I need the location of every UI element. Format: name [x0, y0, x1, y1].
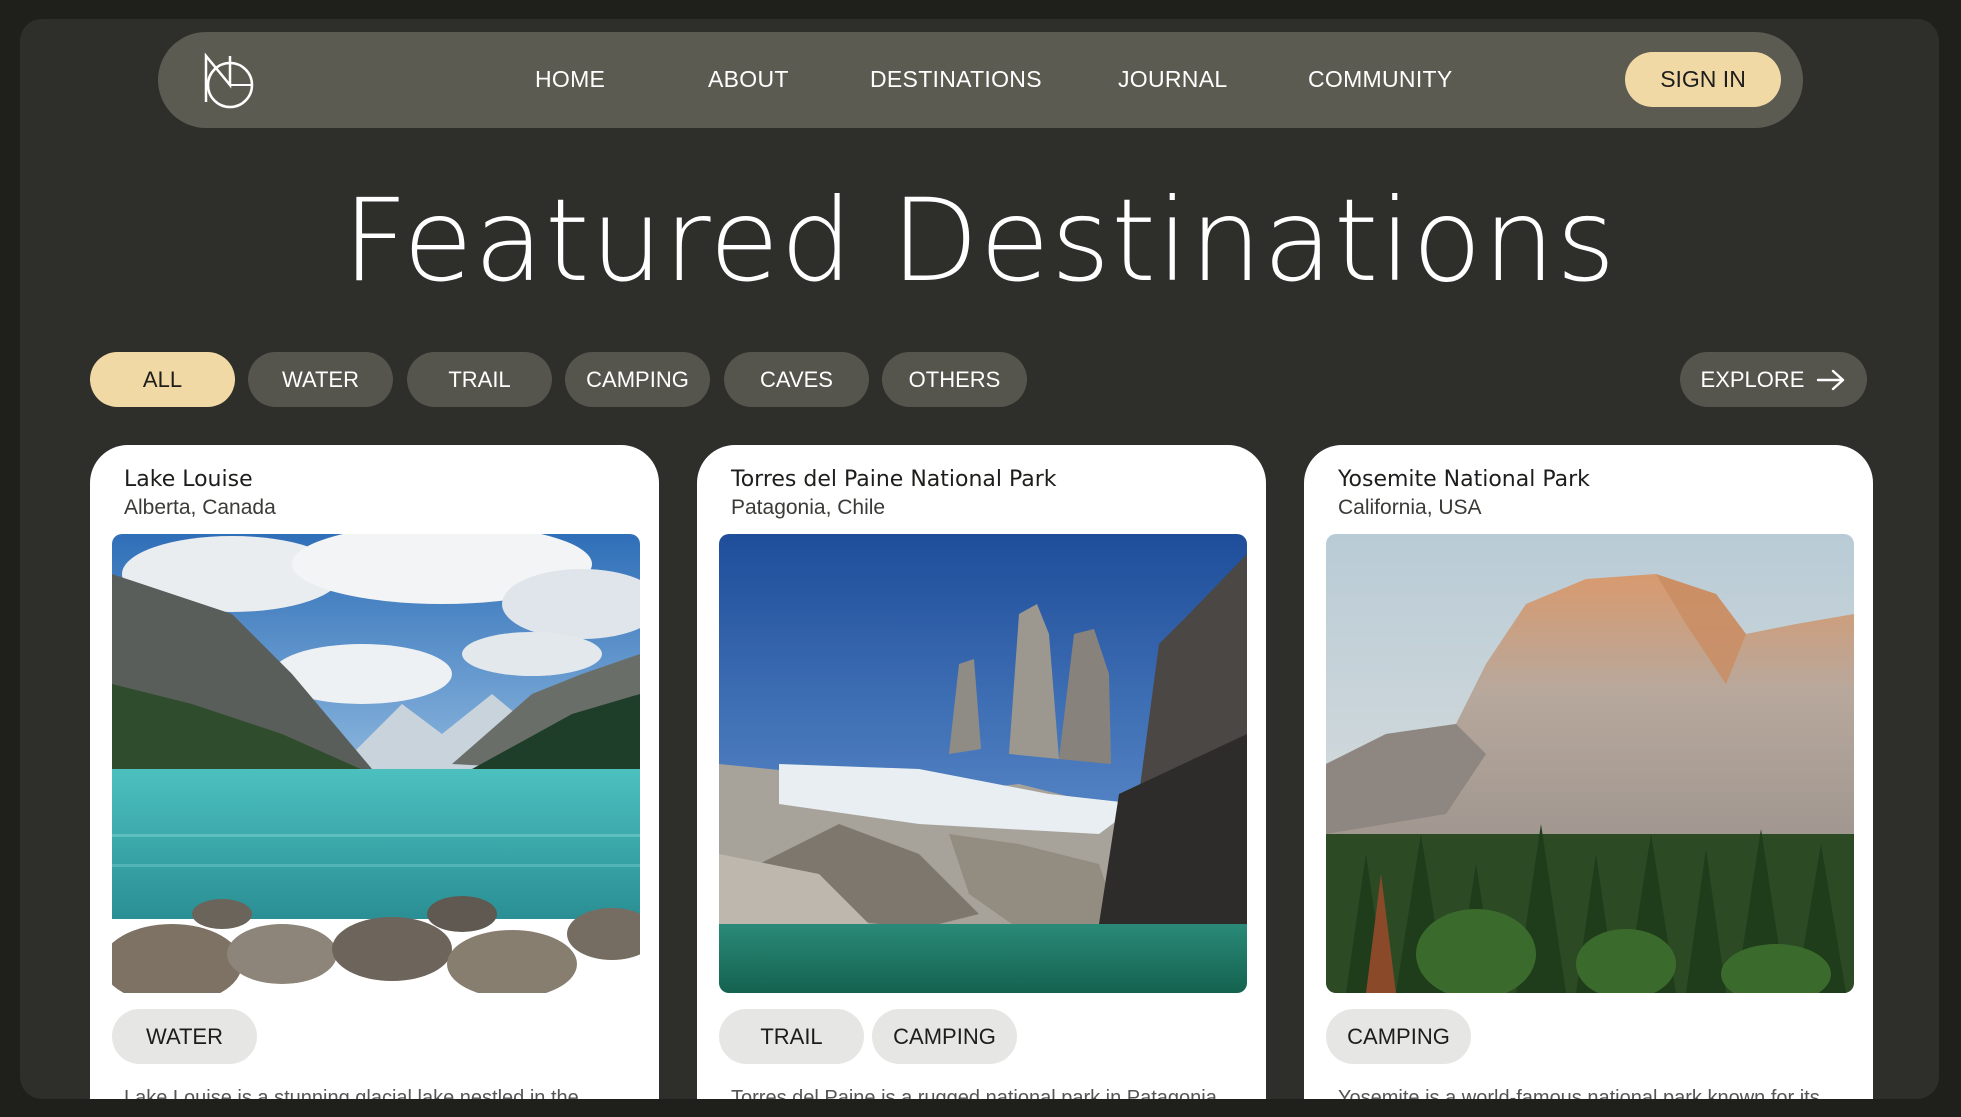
card-description: Torres del Paine is a rugged national pa…	[731, 1087, 1217, 1099]
top-navbar: HOME ABOUT DESTINATIONS JOURNAL COMMUNIT…	[158, 32, 1803, 128]
half-dome-image[interactable]	[1326, 534, 1854, 993]
granite-towers-image[interactable]	[719, 534, 1247, 993]
card-description: Lake Louise is a stunning glacial lake n…	[124, 1087, 579, 1099]
page-title: Featured Destinations	[342, 174, 1617, 307]
filter-caves-button[interactable]: CAVES	[724, 352, 869, 407]
nav-links: HOME ABOUT DESTINATIONS JOURNAL COMMUNIT…	[158, 32, 1803, 128]
card-description: Yosemite is a world-famous national park…	[1338, 1087, 1820, 1099]
card-title: Torres del Paine National Park	[731, 467, 1057, 492]
explore-button[interactable]: EXPLORE	[1680, 352, 1867, 407]
card-location: Patagonia, Chile	[731, 496, 886, 519]
tag-camping[interactable]: CAMPING	[1326, 1009, 1471, 1064]
lake-mountain-image[interactable]	[112, 534, 640, 993]
nav-about-link[interactable]: ABOUT	[708, 66, 789, 93]
page-frame: HOME ABOUT DESTINATIONS JOURNAL COMMUNIT…	[20, 19, 1939, 1099]
nav-journal-link[interactable]: JOURNAL	[1118, 66, 1227, 93]
tag-water[interactable]: WATER	[112, 1009, 257, 1064]
card-location: Alberta, Canada	[124, 496, 276, 519]
filter-others-button[interactable]: OTHERS	[882, 352, 1027, 407]
sign-in-button[interactable]: SIGN IN	[1625, 52, 1781, 107]
filter-camping-button[interactable]: CAMPING	[565, 352, 710, 407]
destination-card-lake-louise[interactable]: Lake Louise Alberta, Canada WATER Lake L…	[90, 445, 659, 1099]
tag-trail[interactable]: TRAIL	[719, 1009, 864, 1064]
nav-destinations-link[interactable]: DESTINATIONS	[870, 66, 1042, 93]
destination-card-yosemite[interactable]: Yosemite National Park California, USA C…	[1304, 445, 1873, 1099]
arrow-right-icon	[1817, 369, 1845, 390]
nav-community-link[interactable]: COMMUNITY	[1308, 66, 1453, 93]
filter-trail-button[interactable]: TRAIL	[407, 352, 552, 407]
card-location: California, USA	[1338, 496, 1482, 519]
card-title: Yosemite National Park	[1338, 467, 1590, 492]
explore-label: EXPLORE	[1700, 366, 1805, 392]
filter-water-button[interactable]: WATER	[248, 352, 393, 407]
card-title: Lake Louise	[124, 467, 253, 492]
destination-card-torres-del-paine[interactable]: Torres del Paine National Park Patagonia…	[697, 445, 1266, 1099]
filter-all-button[interactable]: ALL	[90, 352, 235, 407]
tag-camping[interactable]: CAMPING	[872, 1009, 1017, 1064]
nav-home-link[interactable]: HOME	[535, 66, 605, 93]
